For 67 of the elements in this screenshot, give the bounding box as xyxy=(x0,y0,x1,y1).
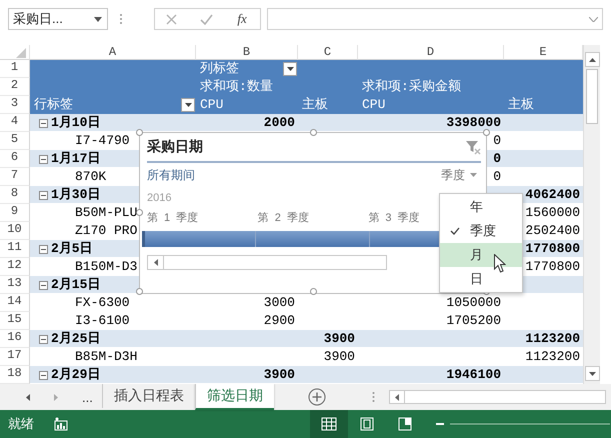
period-label: 第 1 季度 xyxy=(147,210,200,224)
row-number[interactable]: 5 xyxy=(0,132,30,150)
table-cell: 主板 xyxy=(508,96,534,114)
table-cell: 主板 xyxy=(302,96,328,114)
period-label: 第 2 季度 xyxy=(258,210,310,224)
table-cell: 2月15日 xyxy=(51,276,100,294)
row-number[interactable]: 7 xyxy=(0,168,30,186)
table-cell: FX-6300 xyxy=(75,294,130,312)
row-number[interactable]: 9 xyxy=(0,204,30,222)
table-cell: 1560000 xyxy=(525,204,580,222)
table-cell: 0 xyxy=(493,168,501,186)
row-number[interactable]: 17 xyxy=(0,348,30,366)
row-number[interactable]: 10 xyxy=(0,222,30,240)
menu-item[interactable]: 年 xyxy=(440,195,522,219)
table-cell: 1946100 xyxy=(446,366,501,384)
table-cell: 2900 xyxy=(264,312,295,330)
table-cell: 3900 xyxy=(324,348,355,366)
table-cell: 1123200 xyxy=(525,348,580,366)
table-cell: 1770800 xyxy=(525,258,580,276)
table-cell: 2月25日 xyxy=(51,330,100,348)
table-cell: B50M-PLU xyxy=(75,204,138,222)
table-cell: I7-4790 xyxy=(75,132,130,150)
table-cell: B85M-D3H xyxy=(75,348,138,366)
table-cell: 2月5日 xyxy=(51,240,93,258)
row-number[interactable]: 14 xyxy=(0,294,30,312)
table-cell: 行标签 xyxy=(34,96,73,114)
table-cell: Z170 PRO xyxy=(75,222,138,240)
slicer-title: 采购日期 xyxy=(147,138,203,156)
status-text: 就绪 xyxy=(8,415,34,433)
row-number[interactable]: 12 xyxy=(0,258,30,276)
table-cell: 求和项:采购金额 xyxy=(362,78,461,96)
table-cell: 1050000 xyxy=(446,294,501,312)
more-sheets-button[interactable]: ... xyxy=(82,384,102,410)
table-cell: 1123200 xyxy=(525,330,580,348)
table-cell: 0 xyxy=(493,132,501,150)
table-cell: CPU xyxy=(200,96,224,114)
table-cell: 1770800 xyxy=(525,240,580,258)
table-cell: 1705200 xyxy=(446,312,501,330)
table-cell: 3900 xyxy=(264,366,295,384)
table-cell: 3000 xyxy=(264,294,295,312)
table-cell: 求和项:数量 xyxy=(200,78,273,96)
table-cell: 1月30日 xyxy=(51,186,100,204)
row-number[interactable]: 15 xyxy=(0,312,30,330)
menu-item[interactable]: 季度 xyxy=(440,219,522,243)
insert-function-button[interactable]: fx xyxy=(235,11,249,27)
menu-item[interactable]: 日 xyxy=(440,267,522,291)
all-periods-label: 所有期间 xyxy=(147,166,195,184)
table-cell: 3900 xyxy=(324,330,355,348)
period-label: 第 3 季度 xyxy=(368,210,421,224)
table-cell: 2月29日 xyxy=(51,366,100,384)
table-cell: 1月17日 xyxy=(51,150,100,168)
table-cell: 3398000 xyxy=(446,114,501,132)
table-cell: CPU xyxy=(362,96,386,114)
table-cell: 2502400 xyxy=(525,222,580,240)
table-cell: 列标签 xyxy=(200,60,239,78)
table-cell: 1月10日 xyxy=(51,114,100,132)
sheet-tab[interactable]: 筛选日期 xyxy=(195,384,274,410)
level-dropdown[interactable]: 季度 xyxy=(439,166,479,184)
table-cell: B150M-D3 xyxy=(75,258,138,276)
table-cell: 0 xyxy=(493,150,501,168)
year-label: 2016 xyxy=(147,191,172,206)
table-cell: 2000 xyxy=(264,114,295,132)
table-cell: 4062400 xyxy=(525,186,580,204)
table-cell: 870K xyxy=(75,168,106,186)
name-box[interactable]: 采购日... xyxy=(8,8,108,30)
menu-item[interactable]: 月 xyxy=(440,243,522,267)
table-cell: I3-6100 xyxy=(75,312,130,330)
